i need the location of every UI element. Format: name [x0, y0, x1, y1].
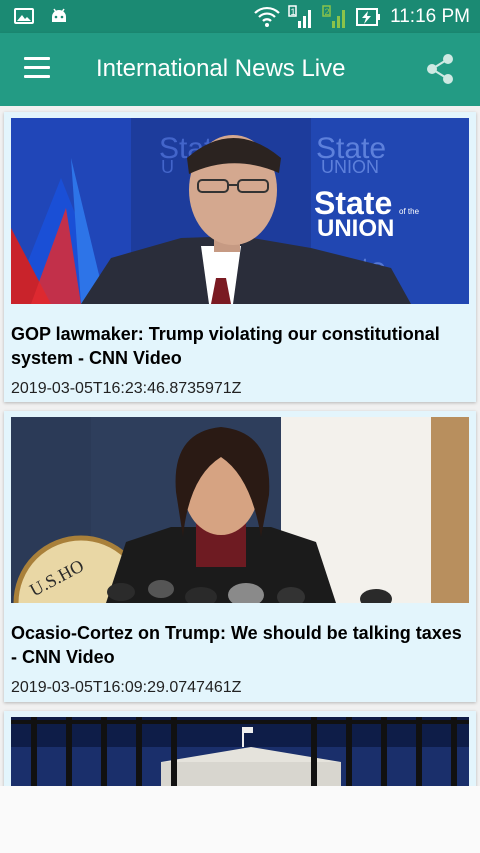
svg-text:1: 1: [291, 7, 296, 17]
signal-icon: 1: [288, 5, 312, 28]
news-card[interactable]: U.S.HO Ocasio-Cortez on Trump: We should…: [4, 411, 476, 702]
svg-text:of the: of the: [399, 207, 420, 216]
news-date: 2019-03-05T16:23:46.8735971Z: [11, 380, 242, 397]
android-icon: [52, 8, 66, 22]
news-title[interactable]: GOP lawmaker: Trump violating our consti…: [11, 322, 469, 370]
news-thumbnail[interactable]: U.S.HO: [11, 417, 469, 603]
svg-text:UNION: UNION: [317, 215, 394, 242]
battery-charging-icon: [356, 8, 381, 26]
app-title: International News Live: [96, 55, 346, 82]
news-card[interactable]: State U State UNION State of the UNION S…: [4, 112, 476, 402]
news-list[interactable]: State U State UNION State of the UNION S…: [0, 106, 480, 786]
news-title[interactable]: Ocasio-Cortez on Trump: We should be tal…: [11, 621, 469, 669]
image-notification-icon: [14, 8, 34, 24]
svg-text:UNION: UNION: [321, 157, 379, 177]
app-bar: International News Live: [0, 33, 480, 106]
news-card[interactable]: [4, 711, 476, 786]
svg-text:2: 2: [325, 7, 330, 17]
status-bar: 1 2 11:16 PM: [0, 0, 480, 33]
news-date: 2019-03-05T16:09:29.0747461Z: [11, 679, 242, 696]
bottom-blank-area: [0, 786, 480, 853]
wifi-icon: [254, 6, 280, 27]
share-icon[interactable]: [424, 52, 456, 86]
clock: 11:16 PM: [390, 6, 470, 27]
svg-text:U: U: [161, 157, 174, 177]
signal-icon: 2: [322, 5, 346, 28]
news-thumbnail[interactable]: State U State UNION State of the UNION S…: [11, 118, 469, 304]
news-thumbnail[interactable]: [11, 717, 469, 786]
menu-icon[interactable]: [24, 57, 50, 79]
